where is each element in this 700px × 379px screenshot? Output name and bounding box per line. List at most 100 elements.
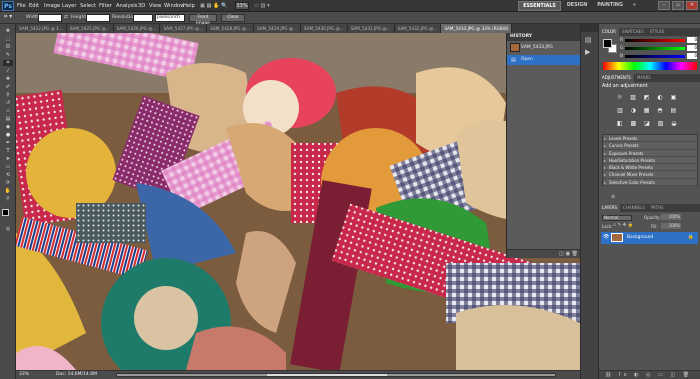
horizontal-scrollbar[interactable]: [116, 373, 556, 377]
menu-analysis[interactable]: Analysis: [116, 2, 137, 10]
lasso-tool-icon[interactable]: ʘ: [3, 44, 13, 50]
resolution-unit-select[interactable]: pixels/inch: [155, 14, 185, 22]
tab-styles[interactable]: STYLES: [647, 28, 668, 36]
doc-tab-active[interactable]: SAM_5433.JPG @ 33% (RGB/8): [441, 24, 513, 33]
blend-mode-select[interactable]: Normal: [602, 215, 632, 221]
hand-tool-icon[interactable]: ✋: [3, 188, 13, 194]
doc-tab[interactable]: SAM_5432.JPG @...: [394, 24, 442, 33]
foreground-color-swatch[interactable]: [2, 209, 9, 216]
adjustment-icons-row-3[interactable]: ◧ ▩ ◪ ▧ ◒: [617, 120, 680, 127]
doc-tab[interactable]: SAM_5429.JPG @...: [254, 24, 301, 33]
layer-row-background[interactable]: 👁 Background 🔒: [601, 232, 698, 244]
adjustments-footer-icon[interactable]: ⊚: [611, 194, 615, 200]
eraser-tool-icon[interactable]: ▱: [3, 108, 13, 114]
menu-select[interactable]: Select: [80, 2, 96, 10]
shape-tool-icon[interactable]: ▭: [3, 164, 13, 170]
doc-tab[interactable]: SAM_5430.JPG @...: [300, 24, 348, 33]
layers-footer-icons[interactable]: ⛓ fx ◐ ◎ ▭ ◫ 🗑: [605, 372, 692, 378]
preset-levels[interactable]: Levels Presets: [603, 135, 697, 143]
zoom-level[interactable]: 33%: [235, 2, 249, 10]
clear-button[interactable]: Clear: [221, 14, 245, 22]
gradient-tool-icon[interactable]: ▤: [3, 116, 13, 122]
red-value[interactable]: 0: [687, 37, 697, 43]
blur-tool-icon[interactable]: ◆: [3, 124, 13, 130]
preset-curves[interactable]: Curves Presets: [603, 142, 697, 150]
preset-black-white[interactable]: Black & White Presets: [603, 164, 697, 172]
doc-tab[interactable]: SAM_5431.JPG @...: [347, 24, 395, 33]
healing-tool-icon[interactable]: ✚: [3, 76, 13, 82]
menu-3d[interactable]: 3D: [138, 2, 145, 10]
menu-image[interactable]: Image: [44, 2, 60, 10]
history-brush-tool-icon[interactable]: ↺: [3, 100, 13, 106]
red-slider[interactable]: [625, 39, 685, 42]
color-spectrum-bar[interactable]: [603, 62, 697, 70]
workspace-more-icon[interactable]: »: [629, 1, 640, 11]
history-panel-icon[interactable]: ▤: [585, 36, 592, 44]
blue-value[interactable]: 0: [687, 53, 697, 59]
adjustment-icons-row-1[interactable]: ☼ ▨ ◩ ◐ ▣: [617, 94, 679, 101]
preset-channel-mixer[interactable]: Channel Mixer Presets: [603, 171, 697, 179]
menu-file[interactable]: File: [17, 2, 26, 10]
3d-rotate-tool-icon[interactable]: ⟲: [3, 172, 13, 178]
move-tool-icon[interactable]: ✥: [3, 28, 13, 34]
workspace-painting[interactable]: PAINTING: [593, 1, 627, 11]
visibility-eye-icon[interactable]: 👁: [603, 234, 609, 240]
front-image-button[interactable]: Front Image: [189, 14, 217, 26]
blue-slider[interactable]: [625, 55, 685, 58]
doc-tab[interactable]: SAM_5428.JPG @...: [207, 24, 255, 33]
green-value[interactable]: 0: [687, 45, 697, 51]
width-field[interactable]: [38, 14, 62, 22]
resolution-field[interactable]: [133, 14, 153, 22]
fill-field[interactable]: 100%: [661, 223, 681, 229]
doc-tab[interactable]: SAM_5422.JPG @ 1...: [16, 24, 67, 33]
swap-icon[interactable]: ⇄: [64, 15, 68, 20]
pen-tool-icon[interactable]: ✒: [3, 140, 13, 146]
quick-mask-icon[interactable]: ◎: [3, 226, 13, 232]
tab-layers[interactable]: LAYERS: [599, 204, 621, 212]
history-snapshot[interactable]: SAM_5433.JPG: [507, 41, 580, 55]
menu-filter[interactable]: Filter: [99, 2, 112, 10]
document-canvas[interactable]: [16, 33, 580, 370]
actions-panel-icon[interactable]: ▶: [585, 48, 590, 56]
doc-tab[interactable]: SAM_5427.JPG @...: [160, 24, 208, 33]
menu-window[interactable]: Window: [164, 2, 184, 10]
tab-swatches[interactable]: SWATCHES: [619, 28, 647, 36]
marquee-tool-icon[interactable]: ⬚: [3, 36, 13, 42]
tab-color[interactable]: COLOR: [599, 28, 619, 36]
crop-tool-icon[interactable]: ⌗ ▾: [4, 13, 12, 21]
3d-camera-tool-icon[interactable]: ⟳: [3, 180, 13, 186]
history-item[interactable]: ▤ Open: [507, 55, 580, 65]
menu-edit[interactable]: Edit: [29, 2, 39, 10]
minimize-button[interactable]: –: [658, 1, 670, 10]
green-slider[interactable]: [625, 47, 685, 50]
close-button[interactable]: ✕: [686, 1, 698, 10]
tab-adjustments[interactable]: ADJUSTMENTS: [599, 74, 634, 82]
menu-layer[interactable]: Layer: [62, 2, 76, 10]
eyedropper-tool-icon[interactable]: ⁄: [3, 68, 13, 74]
type-tool-icon[interactable]: T: [3, 148, 13, 154]
quick-select-tool-icon[interactable]: ✎: [3, 52, 13, 58]
zoom-tool-icon[interactable]: ⚲: [3, 196, 13, 202]
tab-paths[interactable]: PATHS: [648, 204, 667, 212]
tab-masks[interactable]: MASKS: [634, 74, 654, 82]
opacity-field[interactable]: 100%: [661, 214, 681, 220]
crop-tool-icon[interactable]: ⌗: [3, 60, 13, 66]
lock-icons[interactable]: ▫ ✎ ✥ 🔒: [613, 223, 634, 228]
workspace-design[interactable]: DESIGN: [563, 1, 591, 11]
height-field[interactable]: [86, 14, 110, 22]
preset-hue-saturation[interactable]: Hue/Saturation Presets: [603, 157, 697, 164]
doc-tab[interactable]: SAM_5425.JPG @...: [66, 24, 114, 33]
clone-stamp-tool-icon[interactable]: ⚲: [3, 92, 13, 98]
maximize-button[interactable]: ▫: [672, 1, 684, 10]
tab-channels[interactable]: CHANNELS: [620, 204, 648, 212]
menu-view[interactable]: View: [149, 2, 161, 10]
bridge-icon[interactable]: ▣ ▦ ✋ 🔍: [200, 2, 228, 10]
preset-selective-color[interactable]: Selective Color Presets: [603, 179, 697, 186]
history-footer-icons[interactable]: ◫ ▣ 🗑: [559, 251, 578, 257]
arrange-icon[interactable]: ▭ ▥ ▾: [254, 2, 270, 10]
scrollbar-thumb[interactable]: [267, 374, 387, 376]
preset-exposure[interactable]: Exposure Presets: [603, 150, 697, 157]
doc-tab[interactable]: SAM_5426.JPG @...: [113, 24, 161, 33]
dodge-tool-icon[interactable]: ●: [3, 132, 13, 138]
status-zoom[interactable]: 33%: [19, 372, 29, 377]
